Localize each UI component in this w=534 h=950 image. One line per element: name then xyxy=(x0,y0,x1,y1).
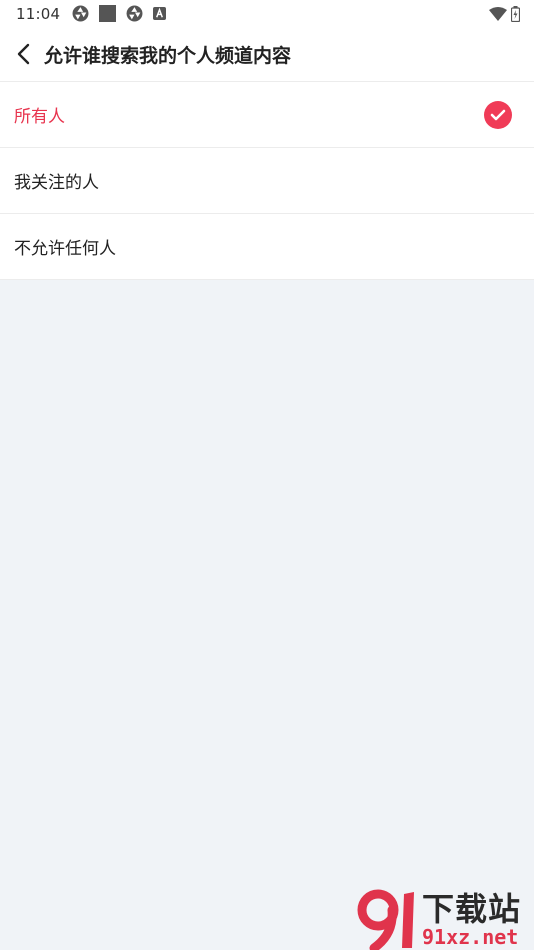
option-label: 所有人 xyxy=(14,107,65,127)
header: 允许谁搜索我的个人频道内容 xyxy=(0,27,534,82)
option-everyone[interactable]: 所有人 xyxy=(0,82,534,148)
check-circle-icon xyxy=(484,100,512,129)
watermark-cn-text: 下载站 xyxy=(422,890,522,928)
aperture-icon xyxy=(126,5,143,22)
status-time: 11:04 xyxy=(16,4,61,23)
option-label: 我关注的人 xyxy=(14,173,99,193)
battery-icon xyxy=(511,5,520,22)
status-bar: 11:04 xyxy=(0,0,534,27)
watermark-url-text: 91xz.net xyxy=(422,925,519,949)
square-icon xyxy=(99,5,117,22)
wifi-icon xyxy=(489,6,507,21)
aperture-icon xyxy=(72,5,89,22)
option-no-one[interactable]: 不允许任何人 xyxy=(0,214,534,280)
option-label: 不允许任何人 xyxy=(14,239,116,259)
option-people-i-follow[interactable]: 我关注的人 xyxy=(0,148,534,214)
watermark-logo xyxy=(356,888,420,950)
status-system-icons xyxy=(489,5,520,22)
page-title: 允许谁搜索我的个人频道内容 xyxy=(44,44,292,67)
chevron-left-icon xyxy=(17,43,30,65)
option-list: 所有人 我关注的人 不允许任何人 xyxy=(0,82,534,280)
status-notification-icons xyxy=(72,5,167,22)
watermark: 下载站 91xz.net xyxy=(356,888,528,950)
back-button[interactable] xyxy=(6,27,42,82)
a-badge-icon xyxy=(153,7,167,20)
